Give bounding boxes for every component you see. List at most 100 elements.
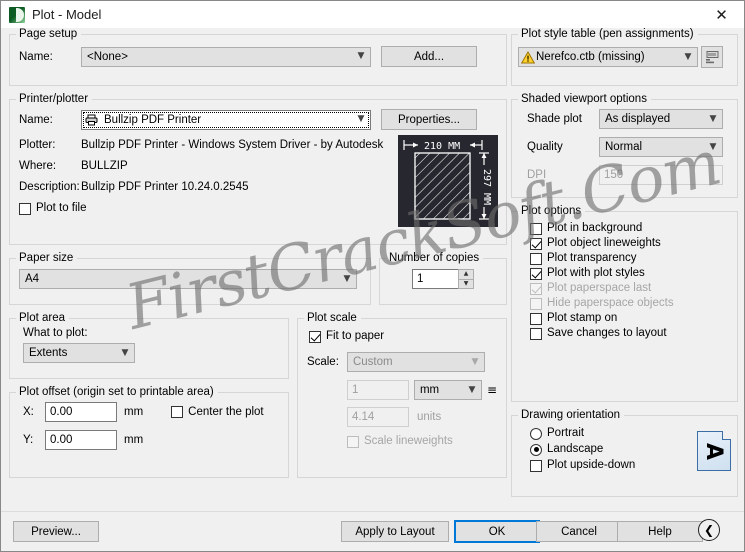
offset-x-input[interactable]: 0.00 (45, 402, 117, 422)
scale-lineweights-checkbox: Scale lineweights (346, 435, 497, 448)
offset-x-units: mm (124, 406, 144, 418)
plot-option-label: Plot with plot styles (547, 267, 645, 279)
quality-combo[interactable]: Normal ▼ (599, 137, 723, 157)
svg-text:297 MM: 297 MM (481, 169, 492, 205)
scale-unit-combo[interactable]: mm ▼ (413, 380, 482, 400)
plot-option-box (530, 282, 542, 295)
plot-style-table-legend: Plot style table (pen assignments) (521, 28, 694, 40)
preview-button[interactable]: Preview... (13, 521, 99, 542)
page-setup-name-combo[interactable]: <None> ▼ (81, 46, 371, 67)
scale-value: Custom (352, 356, 393, 368)
plot-option-checkbox[interactable]: Plot with plot styles (530, 267, 728, 280)
plot-option-label: Hide paperspace objects (547, 297, 674, 309)
scale-numerator-input[interactable]: 1 (346, 380, 409, 400)
drawing-orientation-group: Drawing orientation Portrait Landscape P… (511, 409, 738, 497)
apply-to-layout-button[interactable]: Apply to Layout (341, 521, 449, 542)
paper-size-combo[interactable]: A4 ▼ (19, 269, 357, 289)
description-label: Description: (19, 181, 80, 193)
center-plot-box (171, 406, 184, 418)
shaded-viewport-group: Shaded viewport options Shade plot As di… (511, 93, 738, 198)
copies-input[interactable]: 1 (412, 269, 458, 289)
upside-down-box (530, 459, 542, 472)
fit-to-paper-label: Fit to paper (325, 330, 385, 342)
copies-group: Number of copies 1 ▲ ▼ (379, 252, 507, 305)
scale-unit-value: mm (419, 384, 440, 396)
shade-plot-label: Shade plot (527, 113, 582, 125)
page-setup-legend: Page setup (19, 28, 78, 40)
chevron-down-icon: ▼ (357, 114, 365, 124)
plot-style-table-value: Nerefco.ctb (missing) (536, 51, 645, 63)
where-label: Where: (19, 160, 57, 172)
shade-plot-combo[interactable]: As displayed ▼ (599, 109, 723, 129)
plot-option-label: Plot transparency (547, 252, 637, 264)
scale-label: Scale: (306, 356, 339, 368)
offset-y-units: mm (124, 434, 144, 446)
stepper-up-icon[interactable]: ▲ (458, 269, 474, 279)
chevron-left-circle-icon[interactable]: ❮ (698, 519, 720, 541)
plot-option-box (530, 312, 542, 325)
plot-area-group: Plot area What to plot: Extents ▼ (9, 312, 289, 379)
help-button[interactable]: Help (617, 521, 703, 542)
quality-value: Normal (605, 141, 643, 153)
printer-icon (85, 114, 101, 126)
plot-option-checkbox: Plot paperspace last (530, 282, 728, 295)
what-to-plot-label: What to plot: (23, 327, 88, 339)
plot-options-legend: Plot options (521, 205, 582, 217)
plot-option-label: Plot object lineweights (547, 237, 661, 249)
plotter-label: Plotter: (19, 139, 56, 151)
copies-stepper[interactable]: ▲ ▼ (458, 269, 474, 289)
plot-offset-group: Plot offset (origin set to printable are… (9, 386, 289, 478)
plot-to-file-label: Plot to file (36, 202, 87, 214)
stepper-down-icon[interactable]: ▼ (458, 278, 474, 289)
dpi-label: DPI (527, 169, 547, 181)
close-icon[interactable]: ✕ (699, 1, 744, 28)
right-column: Plot style table (pen assignments) Neref… (511, 28, 738, 504)
fit-to-paper-checkbox[interactable]: Fit to paper (308, 330, 497, 343)
plot-style-table-group: Plot style table (pen assignments) Neref… (511, 28, 738, 86)
center-plot-checkbox[interactable]: Center the plot (171, 405, 264, 419)
plot-option-checkbox[interactable]: Save changes to layout (530, 327, 728, 340)
printer-name-combo[interactable]: Bullzip PDF Printer ▼ (81, 109, 371, 130)
plot-option-checkbox: Hide paperspace objects (530, 297, 728, 310)
printer-properties-button[interactable]: Properties... (381, 109, 477, 130)
plot-option-checkbox[interactable]: Plot transparency (530, 252, 728, 265)
plot-options-list: Plot in background Plot object lineweight… (512, 217, 737, 350)
quality-label: Quality (527, 141, 563, 153)
page-setup-group: Page setup Name: <None> ▼ Add... (9, 28, 507, 86)
what-to-plot-combo[interactable]: Extents ▼ (23, 343, 135, 363)
chevron-down-icon: ▼ (343, 273, 351, 284)
scale-lineweights-box (346, 435, 359, 448)
printer-name-value: Bullzip PDF Printer (104, 113, 202, 126)
plot-option-checkbox[interactable]: Plot stamp on (530, 312, 728, 325)
upside-down-label: Plot upside-down (547, 459, 636, 471)
chevron-down-icon: ▼ (121, 347, 129, 358)
landscape-label: Landscape (547, 443, 604, 455)
autocad-plot-icon (9, 6, 25, 23)
plot-scale-group: Plot scale Fit to paper Scale: Custom ▼ (296, 312, 507, 478)
what-to-plot-value: Extents (29, 347, 68, 359)
window-title: Plot - Model (32, 7, 102, 22)
add-page-setup-button[interactable]: Add... (381, 46, 477, 67)
offset-y-label: Y: (23, 434, 34, 446)
cancel-button[interactable]: Cancel (536, 521, 622, 542)
portrait-label: Portrait (547, 427, 585, 439)
plot-option-box (530, 252, 542, 265)
paper-preview-thumbnail: 210 MM 297 MM (398, 135, 498, 227)
plot-option-label: Plot in background (547, 222, 643, 234)
plot-option-checkbox[interactable]: Plot in background (530, 222, 728, 235)
plot-option-box (530, 222, 542, 235)
offset-y-input[interactable]: 0.00 (45, 430, 117, 450)
center-plot-label: Center the plot (188, 405, 264, 418)
scale-lineweights-label: Scale lineweights (363, 435, 453, 447)
plot-option-checkbox[interactable]: Plot object lineweights (530, 237, 728, 250)
chevron-down-icon: ▼ (468, 384, 476, 395)
plot-option-label: Plot paperspace last (547, 282, 652, 294)
footer-bar: Preview... Apply to Layout OK Cancel Hel… (1, 505, 744, 551)
plot-style-table-combo[interactable]: Nerefco.ctb (missing) ▼ (518, 47, 698, 67)
fit-to-paper-box (308, 330, 321, 343)
scale-combo[interactable]: Custom ▼ (346, 352, 485, 372)
scale-denominator-input[interactable]: 4.14 (346, 407, 409, 427)
ok-button[interactable]: OK (454, 520, 540, 543)
plot-style-edit-button[interactable] (701, 46, 723, 68)
scale-menu-icon[interactable]: ≡ (487, 383, 497, 397)
